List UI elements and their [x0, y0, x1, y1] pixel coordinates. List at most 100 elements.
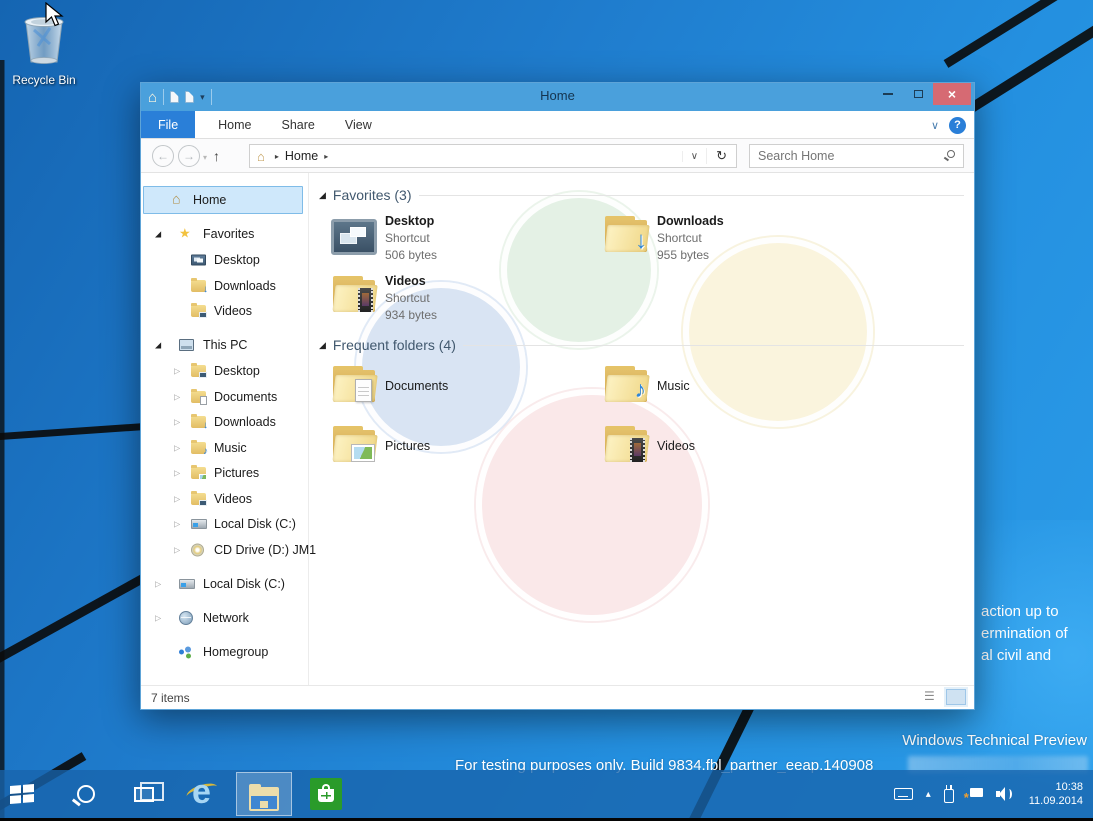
file-item-downloads[interactable]: Downloads Shortcut 955 bytes	[657, 213, 724, 264]
item-kind: Shortcut	[385, 290, 437, 307]
sidebar-item-label: This PC	[203, 338, 247, 352]
help-icon[interactable]: ?	[949, 117, 966, 134]
forward-button[interactable]: →	[178, 145, 200, 167]
taskbar-clock[interactable]: 10:38 11.09.2014	[1025, 780, 1083, 808]
sidebar-item-home[interactable]: ⌂ Home	[141, 188, 306, 212]
sidebar-item-pc-documents[interactable]: ▷ Documents	[141, 385, 306, 409]
expanded-arrow-icon: ◢	[319, 340, 326, 351]
search-input[interactable]	[750, 145, 938, 167]
collapsed-arrow-icon[interactable]: ▷	[174, 469, 180, 478]
taskbar-search-button[interactable]	[64, 772, 108, 816]
group-header-frequent-folders[interactable]: ◢ Frequent folders (4)	[319, 337, 964, 353]
show-hidden-icons-chevron[interactable]: ▴	[926, 789, 931, 800]
collapsed-arrow-icon[interactable]: ▷	[174, 444, 180, 453]
titlebar[interactable]: ⌂ ▾ Home ×	[141, 83, 974, 111]
address-bar[interactable]: ⌂ ▸ Home ▸ ∨ ↻	[249, 144, 737, 168]
item-kind: Shortcut	[657, 230, 724, 247]
sidebar-item-label: Desktop	[214, 364, 260, 378]
details-view-icon[interactable]	[922, 689, 940, 705]
minimize-button[interactable]	[873, 83, 903, 105]
downloads-folder-icon: ↓	[191, 416, 206, 428]
start-button[interactable]	[0, 772, 44, 816]
power-icon[interactable]	[944, 789, 954, 803]
touch-keyboard-icon[interactable]	[894, 788, 913, 800]
collapsed-arrow-icon[interactable]: ▷	[174, 367, 180, 376]
tab-share[interactable]: Share	[267, 111, 330, 138]
sidebar-item-pc-music[interactable]: ▷ ♪ Music	[141, 436, 306, 460]
tab-home[interactable]: Home	[203, 111, 266, 138]
sidebar-item-label: Videos	[214, 492, 252, 506]
favorites-star-icon: ★	[179, 228, 195, 241]
breadcrumb-home-icon[interactable]: ⌂	[257, 149, 265, 164]
sidebar-item-label: Homegroup	[203, 645, 268, 659]
sidebar-item-downloads[interactable]: ↓ Downloads	[141, 274, 306, 298]
collapsed-arrow-icon[interactable]: ▷	[174, 495, 180, 504]
sidebar-item-label: Home	[193, 193, 226, 207]
sidebar-item-network[interactable]: ▷ Network	[141, 606, 306, 630]
close-button[interactable]: ×	[933, 83, 971, 105]
address-dropdown-icon[interactable]: ∨	[682, 151, 706, 162]
store-button[interactable]	[304, 772, 348, 816]
sidebar-item-local-disk-c-root[interactable]: ▷ Local Disk (C:)	[141, 572, 306, 596]
desktop-shortcut-icon[interactable]	[331, 219, 377, 255]
collapsed-arrow-icon[interactable]: ▷	[174, 546, 180, 555]
folder-item-pictures[interactable]: Pictures	[385, 439, 430, 453]
breadcrumb-crumb[interactable]: Home	[285, 149, 318, 163]
music-folder-icon[interactable]: ♪	[603, 365, 649, 403]
collapsed-arrow-icon[interactable]: ▷	[174, 418, 180, 427]
pictures-folder-icon[interactable]	[331, 425, 377, 463]
desktop: Recycle Bin Windows Technical Preview Fo…	[0, 0, 1093, 821]
breadcrumb-separator-icon[interactable]: ▸	[324, 152, 328, 161]
sidebar-item-pc-videos[interactable]: ▷ Videos	[141, 487, 306, 511]
folder-item-music[interactable]: Music	[657, 379, 690, 393]
sidebar-item-label: Pictures	[214, 466, 259, 480]
watermark-circle-yellow	[683, 237, 873, 427]
recent-locations-dropdown-icon[interactable]: ▾	[203, 153, 207, 162]
content-pane: ◢ Favorites (3) Desktop Shortcut 506 byt…	[311, 173, 974, 685]
sidebar-item-favorites[interactable]: ◢ ★ Favorites	[141, 222, 306, 246]
sidebar-item-desktop[interactable]: Desktop	[141, 248, 306, 272]
network-status-icon[interactable]: *	[967, 788, 983, 801]
file-explorer-button[interactable]	[236, 772, 292, 816]
collapsed-arrow-icon[interactable]: ▷	[155, 614, 161, 623]
sidebar-item-cd-drive[interactable]: ▷ CD Drive (D:) JM1	[141, 538, 306, 562]
internet-explorer-button[interactable]: e	[180, 772, 224, 816]
collapsed-arrow-icon[interactable]: ▷	[155, 580, 161, 589]
sidebar-item-pc-downloads[interactable]: ▷ ↓ Downloads	[141, 410, 306, 434]
sidebar-item-local-disk-c[interactable]: ▷ Local Disk (C:)	[141, 512, 306, 536]
tab-view[interactable]: View	[330, 111, 387, 138]
sidebar-item-homegroup[interactable]: Homegroup	[141, 640, 306, 664]
refresh-icon[interactable]: ↻	[706, 148, 736, 164]
group-header-favorites[interactable]: ◢ Favorites (3)	[319, 187, 964, 203]
tab-file[interactable]: File	[141, 111, 195, 138]
collapsed-arrow-icon[interactable]: ▷	[174, 393, 180, 402]
maximize-button[interactable]	[903, 83, 933, 105]
sidebar-item-pc-pictures[interactable]: ▷ Pictures	[141, 461, 306, 485]
expanded-arrow-icon[interactable]: ◢	[155, 230, 161, 239]
expanded-arrow-icon[interactable]: ◢	[155, 341, 161, 350]
back-button[interactable]: ←	[152, 145, 174, 167]
ribbon-collapse-icon[interactable]: ∨	[931, 119, 939, 132]
sidebar-item-this-pc[interactable]: ◢ This PC	[141, 333, 306, 357]
item-name: Desktop	[385, 213, 437, 230]
task-view-button[interactable]	[122, 772, 166, 816]
sidebar-item-pc-desktop[interactable]: ▷ Desktop	[141, 359, 306, 383]
videos-folder-icon[interactable]	[331, 275, 377, 313]
thumbnails-view-icon[interactable]	[946, 689, 966, 705]
file-item-videos[interactable]: Videos Shortcut 934 bytes	[385, 273, 437, 324]
sidebar-item-label: Videos	[214, 304, 252, 318]
volume-icon[interactable]	[996, 787, 1012, 801]
sidebar-item-label: Favorites	[203, 227, 254, 241]
legal-text-fragment: action up to	[981, 603, 1059, 620]
group-header-rule	[463, 345, 964, 346]
folder-item-videos[interactable]: Videos	[657, 439, 695, 453]
file-item-desktop[interactable]: Desktop Shortcut 506 bytes	[385, 213, 437, 264]
sidebar-item-videos[interactable]: Videos	[141, 299, 306, 323]
collapsed-arrow-icon[interactable]: ▷	[174, 520, 180, 529]
videos-folder-icon[interactable]	[603, 425, 649, 463]
downloads-folder-icon[interactable]: ↓	[603, 215, 649, 253]
folder-item-documents[interactable]: Documents	[385, 379, 448, 393]
documents-folder-icon[interactable]	[331, 365, 377, 403]
up-button[interactable]: ↑	[213, 148, 220, 164]
search-box[interactable]	[749, 144, 964, 168]
